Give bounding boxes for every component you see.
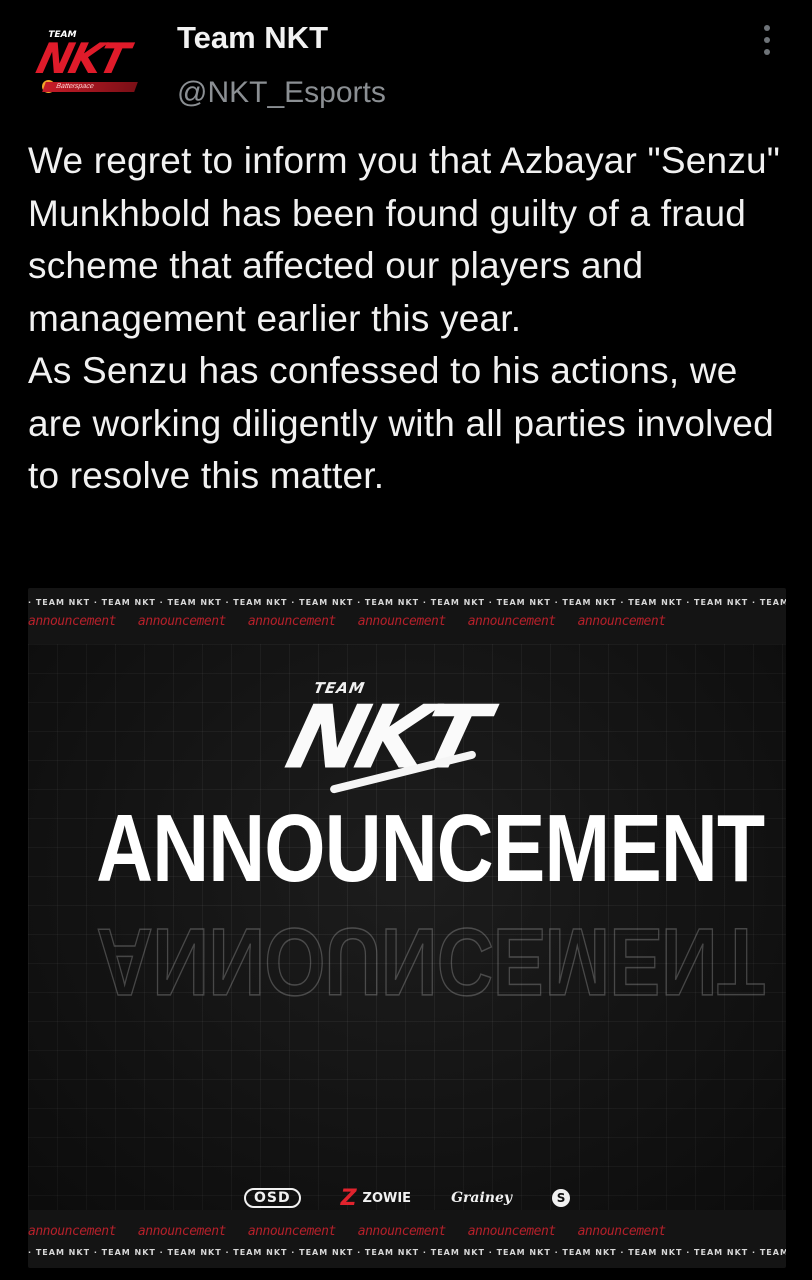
more-options-icon[interactable]	[752, 22, 782, 58]
zowie-mark-icon: Z	[340, 1185, 357, 1211]
osd-logo: OSD	[243, 1188, 301, 1208]
announcement-headline: ANNOUNCEMENT	[96, 795, 765, 902]
tweet-text: We regret to inform you that Azbayar "Se…	[28, 135, 798, 503]
avatar-sponsor-bar: Batterspace	[42, 82, 138, 92]
announcement-reflection: ANNOUNCEMENT	[96, 907, 765, 1015]
avatar[interactable]: TEAM NKT Batterspace	[30, 18, 150, 118]
tweet-header: TEAM NKT Batterspace Team NKT @NKT_Espor…	[0, 0, 812, 130]
top-announcement-strip: announcement announcement announcement anno…	[28, 614, 666, 629]
tweet-media-image[interactable]: · TEAM NKT · TEAM NKT · TEAM NKT · TEAM …	[28, 588, 786, 1268]
avatar-logo: NKT	[31, 34, 132, 83]
author-display-name[interactable]: Team NKT	[177, 20, 328, 56]
sponsor-row: OSD Z ZOWIE Grainey S	[28, 1184, 786, 1212]
tweet-body: We regret to inform you that Azbayar "Se…	[28, 140, 781, 496]
s-sponsor-icon: S	[552, 1189, 571, 1207]
gainey-logo: Grainey	[451, 1190, 513, 1206]
bottom-announcement-strip: announcement announcement announcement anno…	[28, 1224, 666, 1239]
author-handle[interactable]: @NKT_Esports	[177, 76, 386, 110]
bottom-team-strip: · TEAM NKT · TEAM NKT · TEAM NKT · TEAM …	[28, 1248, 786, 1257]
zowie-logo: Z ZOWIE	[340, 1185, 412, 1211]
top-team-strip: · TEAM NKT · TEAM NKT · TEAM NKT · TEAM …	[28, 598, 786, 607]
